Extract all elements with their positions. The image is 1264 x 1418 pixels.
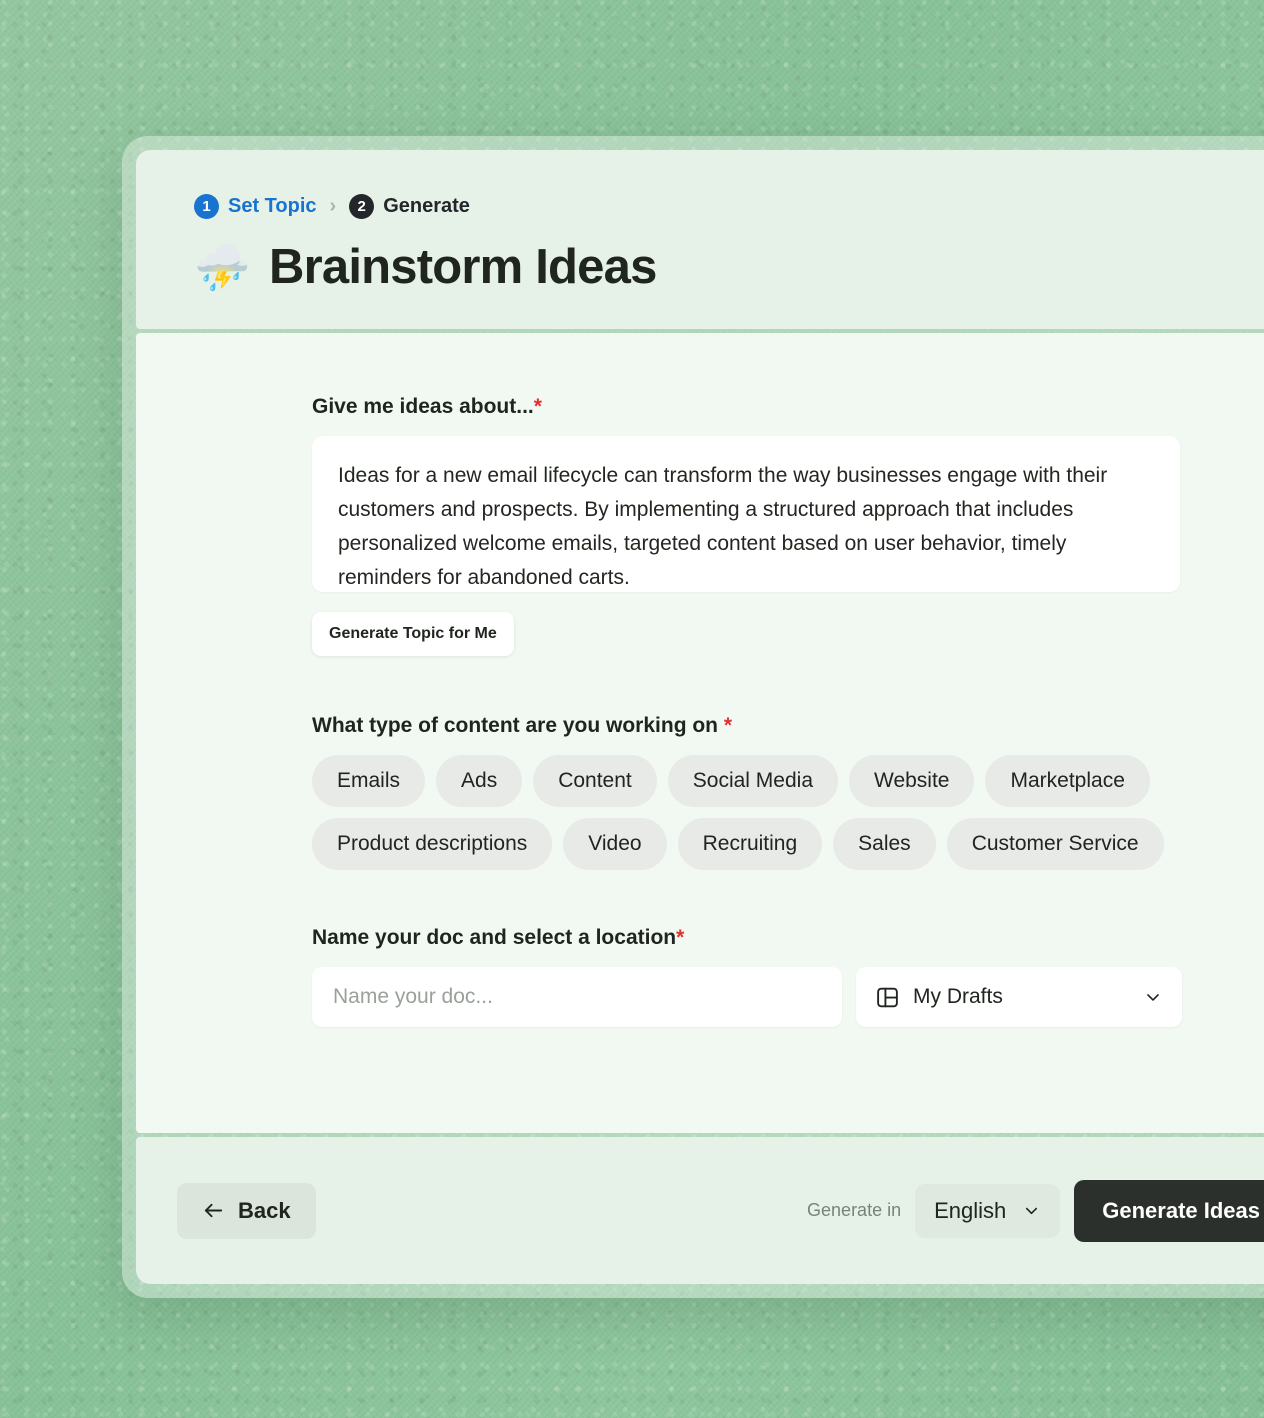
doc-name-input[interactable] xyxy=(312,967,842,1028)
title-row: ⛈️ Brainstorm Ideas xyxy=(194,239,1264,295)
chip-social-media[interactable]: Social Media xyxy=(667,755,838,808)
doc-label-text: Name your doc and select a location xyxy=(312,926,677,950)
step-2-label: Generate xyxy=(383,195,470,217)
chevron-down-icon xyxy=(1143,987,1163,1007)
arrow-left-icon xyxy=(202,1199,225,1222)
card-header: 1 Set Topic › 2 Generate ⛈️ Brainstorm I… xyxy=(136,150,1264,329)
topic-section: Give me ideas about...* Generate Topic f… xyxy=(312,395,1264,656)
doc-row: My Drafts xyxy=(312,967,1264,1028)
doc-required-marker: * xyxy=(676,926,685,950)
wizard-card: 1 Set Topic › 2 Generate ⛈️ Brainstorm I… xyxy=(136,150,1264,1284)
step-1-badge: 1 xyxy=(194,194,219,219)
chip-ads[interactable]: Ads xyxy=(436,755,523,808)
card-body: Give me ideas about...* Generate Topic f… xyxy=(136,333,1264,1133)
chip-video[interactable]: Video xyxy=(563,818,667,871)
content-type-label-text: What type of content are you working on xyxy=(312,714,719,737)
topic-required-marker: * xyxy=(533,395,542,418)
chip-product-descriptions[interactable]: Product descriptions xyxy=(312,818,553,871)
topic-textarea[interactable] xyxy=(312,436,1180,592)
breadcrumb: 1 Set Topic › 2 Generate xyxy=(194,194,1264,219)
breadcrumb-step-generate[interactable]: 2 Generate xyxy=(349,194,470,219)
back-button[interactable]: Back xyxy=(177,1182,316,1239)
content-type-required-marker: * xyxy=(723,714,733,737)
content-type-label: What type of content are you working on … xyxy=(312,714,1264,738)
doc-section: Name your doc and select a location* My … xyxy=(312,926,1264,1028)
generate-topic-for-me-button[interactable]: Generate Topic for Me xyxy=(312,612,514,656)
wizard-frame: 1 Set Topic › 2 Generate ⛈️ Brainstorm I… xyxy=(122,136,1264,1298)
chip-emails[interactable]: Emails xyxy=(312,755,426,808)
chip-recruiting[interactable]: Recruiting xyxy=(677,818,823,871)
cloud-with-lightning-icon: ⛈️ xyxy=(194,241,251,293)
chip-marketplace[interactable]: Marketplace xyxy=(985,755,1150,808)
chip-customer-service[interactable]: Customer Service xyxy=(946,818,1164,871)
content-type-section: What type of content are you working on … xyxy=(312,714,1264,871)
chip-website[interactable]: Website xyxy=(849,755,975,808)
language-dropdown[interactable]: English xyxy=(915,1183,1061,1238)
step-1-label: Set Topic xyxy=(228,195,317,217)
location-value: My Drafts xyxy=(913,985,1003,1009)
chip-content[interactable]: Content xyxy=(533,755,657,808)
step-2-badge: 2 xyxy=(349,194,375,219)
generate-in-label: Generate in xyxy=(807,1200,902,1220)
content-type-chip-list: Emails Ads Content Social Media Website … xyxy=(312,755,1192,871)
page-title: Brainstorm Ideas xyxy=(269,240,657,294)
language-value: English xyxy=(934,1197,1007,1223)
layout-grid-icon xyxy=(875,985,900,1010)
back-button-label: Back xyxy=(238,1197,291,1223)
location-dropdown[interactable]: My Drafts xyxy=(856,967,1182,1028)
chip-sales[interactable]: Sales xyxy=(833,818,936,871)
topic-label-text: Give me ideas about... xyxy=(312,395,534,418)
card-footer: Back Generate in English Generate Ideas xyxy=(136,1137,1264,1284)
chevron-down-icon xyxy=(1022,1201,1041,1220)
doc-label: Name your doc and select a location* xyxy=(312,926,1264,950)
topic-label: Give me ideas about...* xyxy=(312,395,1264,419)
breadcrumb-step-set-topic[interactable]: 1 Set Topic xyxy=(194,194,317,219)
generate-ideas-button[interactable]: Generate Ideas xyxy=(1074,1179,1264,1242)
breadcrumb-chevron-icon: › xyxy=(329,195,337,217)
footer-actions: Generate in English Generate Ideas xyxy=(807,1179,1264,1242)
